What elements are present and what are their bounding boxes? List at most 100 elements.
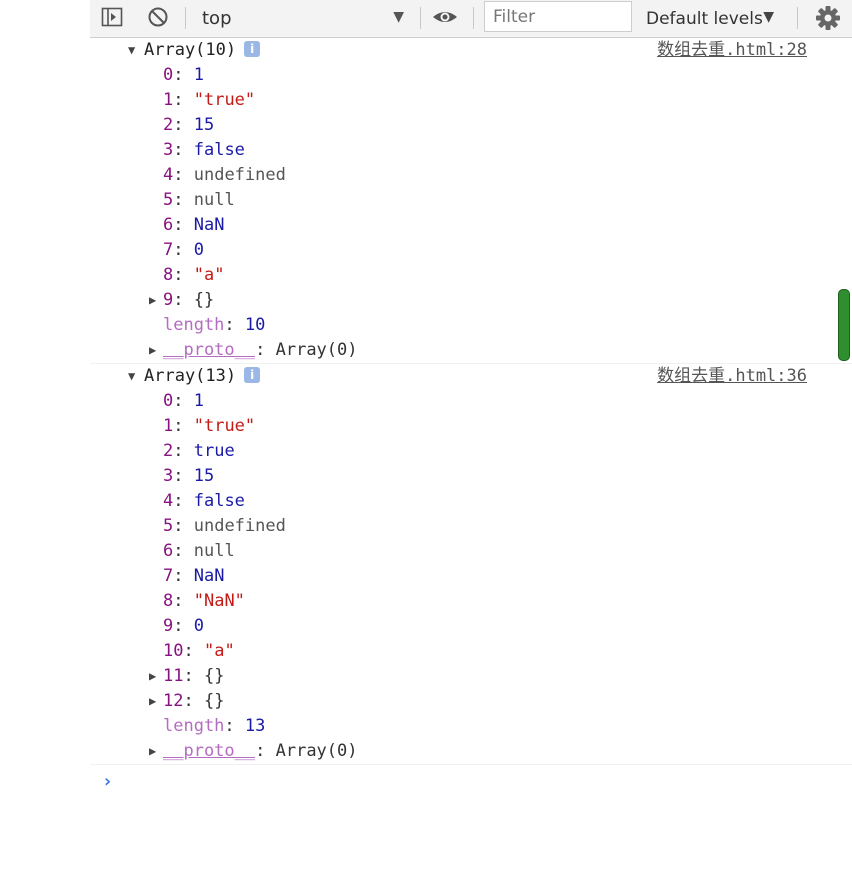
proto-row[interactable]: ▶ __proto__: Array(0) bbox=[90, 739, 852, 764]
entry-value: false bbox=[193, 140, 245, 160]
array-entry: 9: 0 bbox=[163, 614, 204, 639]
console-toolbar: top ▼ Default levels ▼ bbox=[90, 0, 852, 38]
entry-value: 0 bbox=[193, 616, 204, 636]
array-entry: 3: false bbox=[163, 138, 245, 163]
array-entry: 4: false bbox=[163, 489, 245, 514]
collapsed-triangle-icon[interactable]: ▶ bbox=[149, 739, 156, 764]
array-entry-row[interactable]: ▶ 9: {} bbox=[90, 288, 852, 313]
toolbar-divider bbox=[473, 7, 474, 29]
source-link[interactable]: 数组去重.html:28 bbox=[657, 38, 807, 63]
array-entry-row: 8: "a" bbox=[90, 263, 852, 288]
entry-value: 15 bbox=[193, 115, 215, 135]
collapsed-triangle-icon[interactable]: ▶ bbox=[149, 288, 156, 313]
array-entry: 1: "true" bbox=[163, 88, 255, 113]
entry-colon: : bbox=[255, 741, 276, 761]
chevron-down-icon: ▼ bbox=[393, 9, 404, 25]
entry-colon: : bbox=[173, 466, 194, 486]
entry-key: 0 bbox=[163, 65, 174, 85]
clear-console-icon bbox=[148, 7, 168, 27]
entry-key: 11 bbox=[163, 666, 184, 686]
eye-icon bbox=[433, 12, 457, 22]
console-message: ▼ Array(13) i 数组去重.html:36 0: 1 1: "true" 2: t… bbox=[90, 364, 852, 765]
array-entry-row: 0: 1 bbox=[90, 389, 852, 414]
log-levels-select[interactable]: Default levels ▼ bbox=[646, 4, 782, 32]
entry-colon: : bbox=[173, 491, 194, 511]
array-entry-row: 0: 1 bbox=[90, 63, 852, 88]
entry-key: 5 bbox=[163, 516, 174, 536]
entry-colon: : bbox=[173, 115, 194, 135]
collapsed-triangle-icon[interactable]: ▶ bbox=[149, 338, 156, 363]
entry-colon: : bbox=[173, 616, 194, 636]
expanded-triangle-icon[interactable]: ▼ bbox=[128, 364, 135, 389]
proto-key: __proto__ bbox=[163, 741, 256, 761]
entry-key: 2 bbox=[163, 441, 174, 461]
entry-value: undefined bbox=[193, 516, 286, 536]
entry-colon: : bbox=[255, 340, 276, 360]
expanded-triangle-icon[interactable]: ▼ bbox=[128, 38, 135, 63]
gear-icon bbox=[816, 6, 840, 30]
proto-entry: __proto__: Array(0) bbox=[163, 338, 358, 363]
filter-input[interactable] bbox=[484, 1, 632, 32]
entry-colon: : bbox=[173, 90, 194, 110]
entry-colon: : bbox=[183, 691, 204, 711]
array-entry-row: 9: 0 bbox=[90, 614, 852, 639]
clear-console-button[interactable] bbox=[147, 6, 169, 28]
length-value: 10 bbox=[244, 315, 266, 335]
entry-value: NaN bbox=[193, 215, 225, 235]
array-entry-row[interactable]: ▶ 12: {} bbox=[90, 689, 852, 714]
entry-colon: : bbox=[224, 716, 245, 736]
live-expression-button[interactable] bbox=[430, 5, 460, 29]
entry-colon: : bbox=[183, 666, 204, 686]
entry-colon: : bbox=[173, 215, 194, 235]
array-entry: 8: "a" bbox=[163, 263, 224, 288]
entry-key: 4 bbox=[163, 491, 174, 511]
console-message: ▼ Array(10) i 数组去重.html:28 0: 1 1: "true" 2: 1… bbox=[90, 38, 852, 364]
entry-key: 2 bbox=[163, 115, 174, 135]
array-summary-row[interactable]: ▼ Array(13) i 数组去重.html:36 bbox=[90, 364, 852, 389]
entry-colon: : bbox=[173, 190, 194, 210]
entry-key: 1 bbox=[163, 90, 174, 110]
entry-value: null bbox=[193, 541, 235, 561]
array-summary-row[interactable]: ▼ Array(10) i 数组去重.html:28 bbox=[90, 38, 852, 63]
entry-value: "NaN" bbox=[193, 591, 245, 611]
collapsed-triangle-icon[interactable]: ▶ bbox=[149, 664, 156, 689]
array-entry: 7: 0 bbox=[163, 238, 204, 263]
array-entry-row: 4: undefined bbox=[90, 163, 852, 188]
source-link[interactable]: 数组去重.html:36 bbox=[657, 364, 807, 389]
console-settings-button[interactable] bbox=[814, 4, 842, 32]
entry-key: 6 bbox=[163, 215, 174, 235]
array-entry-row: 6: NaN bbox=[90, 213, 852, 238]
scrollbar-thumb[interactable] bbox=[838, 289, 850, 361]
entry-key: 4 bbox=[163, 165, 174, 185]
array-summary-label: Array(13) bbox=[144, 366, 237, 386]
console-prompt[interactable]: › bbox=[90, 765, 852, 799]
entry-value: 1 bbox=[193, 391, 204, 411]
entry-value: 15 bbox=[193, 466, 215, 486]
entry-value: {} bbox=[193, 290, 215, 310]
context-label: top bbox=[202, 8, 232, 29]
array-entry: 6: NaN bbox=[163, 213, 224, 238]
entry-key: 3 bbox=[163, 140, 174, 160]
info-icon[interactable]: i bbox=[244, 41, 261, 57]
collapsed-triangle-icon[interactable]: ▶ bbox=[149, 689, 156, 714]
array-entry: 6: null bbox=[163, 539, 235, 564]
toolbar-divider bbox=[797, 7, 798, 29]
array-entry: 2: true bbox=[163, 439, 235, 464]
entry-colon: : bbox=[173, 516, 194, 536]
entry-key: 8 bbox=[163, 591, 174, 611]
array-entry: 3: 15 bbox=[163, 464, 214, 489]
array-entry: 2: 15 bbox=[163, 113, 214, 138]
context-select[interactable]: top ▼ bbox=[194, 4, 412, 32]
proto-value: Array(0) bbox=[275, 741, 358, 761]
length-row: length: 10 bbox=[90, 313, 852, 338]
array-entry-row[interactable]: ▶ 11: {} bbox=[90, 664, 852, 689]
console-panel: top ▼ Default levels ▼ bbox=[90, 0, 852, 870]
entry-value: {} bbox=[203, 691, 225, 711]
prompt-chevron-icon: › bbox=[102, 771, 113, 792]
proto-row[interactable]: ▶ __proto__: Array(0) bbox=[90, 338, 852, 363]
show-sidebar-button[interactable] bbox=[101, 6, 123, 28]
array-entry-row: 7: NaN bbox=[90, 564, 852, 589]
entry-value: 1 bbox=[193, 65, 204, 85]
proto-key: __proto__ bbox=[163, 340, 256, 360]
info-icon[interactable]: i bbox=[244, 367, 261, 383]
